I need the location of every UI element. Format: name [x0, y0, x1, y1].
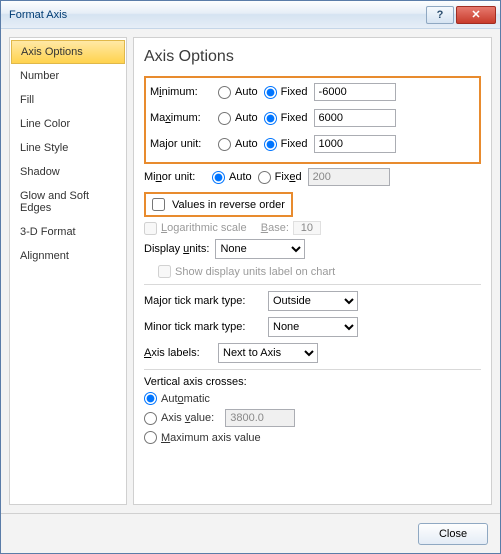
dialog-footer: Close: [1, 513, 500, 553]
log-scale-checkbox[interactable]: [144, 222, 157, 235]
major-unit-auto-radio[interactable]: Auto: [218, 138, 258, 151]
sidebar-item-line-style[interactable]: Line Style: [10, 136, 126, 160]
minor-unit-auto-radio[interactable]: Auto: [212, 171, 252, 184]
log-base-value: 10: [293, 221, 321, 235]
log-base-label: Base:: [261, 222, 289, 234]
crosses-label: Vertical axis crosses:: [144, 376, 481, 388]
dialog-body: Axis Options Number Fill Line Color Line…: [1, 29, 500, 513]
maximum-auto-radio[interactable]: Auto: [218, 112, 258, 125]
reverse-order-checkbox[interactable]: [152, 198, 165, 211]
sidebar-item-axis-options[interactable]: Axis Options: [11, 40, 125, 64]
sidebar-item-line-color[interactable]: Line Color: [10, 112, 126, 136]
maximum-input[interactable]: [314, 109, 396, 127]
format-axis-dialog: Format Axis ? ✕ Axis Options Number Fill…: [0, 0, 501, 554]
sidebar-item-3d-format[interactable]: 3-D Format: [10, 220, 126, 244]
major-unit-fixed-radio[interactable]: Fixed: [264, 138, 308, 151]
sidebar-item-alignment[interactable]: Alignment: [10, 244, 126, 268]
minimum-label: Minimum:: [150, 86, 212, 98]
crosses-group: Vertical axis crosses: Automatic Axis va…: [144, 376, 481, 444]
maximum-label: Maximum:: [150, 112, 212, 124]
display-units-label: Display units:: [144, 243, 209, 255]
close-button[interactable]: Close: [418, 523, 488, 545]
reverse-order-label: Values in reverse order: [172, 199, 285, 211]
major-unit-label: Major unit:: [150, 138, 212, 150]
category-sidebar: Axis Options Number Fill Line Color Line…: [9, 37, 127, 505]
maximum-fixed-radio[interactable]: Fixed: [264, 112, 308, 125]
show-display-units-label: Show display units label on chart: [175, 266, 335, 278]
axis-labels-row: Axis labels: Next to Axis: [144, 343, 481, 363]
major-unit-input[interactable]: [314, 135, 396, 153]
log-scale-label: Logarithmic scale: [161, 222, 247, 234]
display-units-select[interactable]: None: [215, 239, 305, 259]
crosses-value-radio[interactable]: Axis value:: [144, 409, 481, 427]
bounds-highlight: Minimum: Auto Fixed Maximum: Auto Fixed …: [144, 76, 481, 164]
major-unit-row: Major unit: Auto Fixed: [150, 133, 475, 155]
axis-options-panel: Axis Options Minimum: Auto Fixed Maximum…: [133, 37, 492, 505]
display-units-row: Display units: None: [144, 239, 481, 259]
crosses-value-input[interactable]: [225, 409, 295, 427]
show-display-units-row: Show display units label on chart: [158, 265, 481, 278]
major-tick-label: Major tick mark type:: [144, 295, 262, 307]
window-title: Format Axis: [9, 9, 424, 21]
log-scale-row: Logarithmic scale Base: 10: [144, 221, 481, 235]
minor-tick-select[interactable]: None: [268, 317, 358, 337]
minor-unit-input[interactable]: [308, 168, 390, 186]
titlebar: Format Axis ? ✕: [1, 1, 500, 29]
axis-labels-label: Axis labels:: [144, 347, 212, 359]
show-display-units-checkbox[interactable]: [158, 265, 171, 278]
panel-heading: Axis Options: [144, 48, 481, 66]
separator-2: [144, 369, 481, 370]
major-tick-row: Major tick mark type: Outside: [144, 291, 481, 311]
minor-tick-row: Minor tick mark type: None: [144, 317, 481, 337]
sidebar-item-glow[interactable]: Glow and Soft Edges: [10, 184, 126, 220]
major-tick-select[interactable]: Outside: [268, 291, 358, 311]
help-button[interactable]: ?: [426, 6, 454, 24]
crosses-max-radio[interactable]: Maximum axis value: [144, 431, 481, 444]
minimum-input[interactable]: [314, 83, 396, 101]
minor-unit-row: Minor unit: Auto Fixed: [144, 166, 481, 188]
minor-tick-label: Minor tick mark type:: [144, 321, 262, 333]
separator: [144, 284, 481, 285]
minimum-auto-radio[interactable]: Auto: [218, 86, 258, 99]
sidebar-item-number[interactable]: Number: [10, 64, 126, 88]
minor-unit-fixed-radio[interactable]: Fixed: [258, 171, 302, 184]
axis-labels-select[interactable]: Next to Axis: [218, 343, 318, 363]
maximum-row: Maximum: Auto Fixed: [150, 107, 475, 129]
minimum-row: Minimum: Auto Fixed: [150, 81, 475, 103]
minor-unit-label: Minor unit:: [144, 171, 206, 183]
minimum-fixed-radio[interactable]: Fixed: [264, 86, 308, 99]
close-window-button[interactable]: ✕: [456, 6, 496, 24]
sidebar-item-fill[interactable]: Fill: [10, 88, 126, 112]
crosses-auto-radio[interactable]: Automatic: [144, 392, 481, 405]
reverse-order-highlight: Values in reverse order: [144, 192, 293, 217]
sidebar-item-shadow[interactable]: Shadow: [10, 160, 126, 184]
